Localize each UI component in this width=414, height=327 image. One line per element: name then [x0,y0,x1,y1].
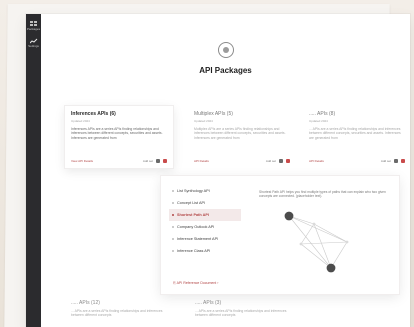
settings-icon[interactable] [394,159,398,163]
card-description: ... APIs are a series APIs finding relat… [71,309,163,318]
api-package-cards: Inferences APIs (6) Updated 2024 Inferen… [65,106,405,170]
api-list-label: Shortest Path API [177,213,209,217]
card-title: Multiplex APIs (5) [194,111,233,117]
api-card-other[interactable]: ..... APIs (8) Updated 2024 ... APIs are… [303,106,410,168]
cart-icon[interactable] [163,159,167,163]
card-subtitle: Updated 2024 [71,119,90,123]
add-set-button[interactable]: Add set [143,159,153,163]
source-node [284,211,294,221]
card-description: Inferences APIs are a series APIs findin… [71,127,163,140]
add-set-button[interactable]: Add set [266,159,276,163]
api-list-item[interactable]: Concept List API [169,197,241,209]
sidebar-item-settings[interactable]: Settings [26,38,41,48]
card-footer: API Details Add set [309,159,405,163]
api-list-item[interactable]: List Synthology API [169,185,241,197]
bullet-icon [172,214,174,216]
view-details-link[interactable]: View API Details [71,159,93,163]
card-footer: API Details Add set [194,159,290,163]
path-graph [284,211,349,273]
api-reference-label: API Reference Document [176,281,217,285]
bullet-icon [172,202,174,204]
settings-icon[interactable] [279,159,283,163]
logo [217,42,234,58]
card-description: ... APIs are a series APIs finding relat… [195,309,287,318]
cart-icon[interactable] [286,159,290,163]
api-list-label: Concept List API [177,201,206,205]
api-list-item[interactable]: Inference Class API [169,245,241,257]
card-subtitle: Updated 2024 [194,119,213,123]
sidebar-item-packages[interactable]: Packages [26,21,41,31]
bullet-icon [172,238,174,240]
api-card-bottom-right[interactable]: ..... APIs (3) ... APIs are a series API… [189,296,299,321]
card-title: Inferences APIs (6) [71,111,116,117]
sidebar-item-label: Packages [26,27,41,31]
card-subtitle: Updated 2024 [309,119,328,123]
api-list-item-active[interactable]: Shortest Path API [169,209,241,221]
card-description: Multiplex APIs are a series APIs finding… [194,127,286,140]
card-title: ..... APIs (3) [195,300,222,306]
target-node [326,263,336,273]
chevron-right-icon: › [216,281,219,285]
graph-description: Shortest Path API helps you find multipl… [259,190,386,199]
add-set-button[interactable]: Add set [381,159,391,163]
api-card-inferences[interactable]: Inferences APIs (6) Updated 2024 Inferen… [65,106,173,168]
api-list-label: Company Outlook API [177,225,215,229]
card-footer: View API Details Add set [71,159,167,163]
main-content: API Packages Inferences APIs (6) Updated… [41,14,410,327]
bullet-icon [172,226,174,228]
api-list-item[interactable]: Company Outlook API [169,221,241,233]
card-description: ... APIs are a series APIs finding relat… [309,127,401,140]
view-details-link[interactable]: API Details [194,159,209,163]
api-reference-link[interactable]: ⎘ API Reference Document › [173,281,218,285]
logo-mark [222,47,229,53]
view-details-link[interactable]: API Details [309,159,324,163]
api-list-label: List Synthology API [177,189,210,193]
api-list: List Synthology API Concept List API Sho… [169,185,241,257]
app-window: Packages Settings API Packages Inference… [26,14,410,327]
settings-icon[interactable] [156,159,160,163]
cart-icon[interactable] [401,159,405,163]
more-packages: ..... APIs (12) ... APIs are a series AP… [65,296,390,327]
page-header: API Packages [41,14,410,80]
api-detail-panel: List Synthology API Concept List API Sho… [161,176,399,294]
api-card-bottom-left[interactable]: ..... APIs (12) ... APIs are a series AP… [65,296,175,321]
sidebar-item-label: Settings [28,44,39,48]
api-list-item[interactable]: Inference Statement API [169,233,241,245]
api-list-label: Inference Class API [177,249,211,253]
api-card-multiplex[interactable]: Multiplex APIs (5) Updated 2024 Multiple… [188,106,296,168]
bullet-icon [172,250,174,252]
api-list-label: Inference Statement API [177,237,219,241]
page-title: API Packages [199,66,252,75]
sidebar: Packages Settings [26,14,41,327]
card-title: ..... APIs (8) [309,111,336,117]
bullet-icon [172,190,174,192]
card-title: ..... APIs (12) [71,300,100,306]
